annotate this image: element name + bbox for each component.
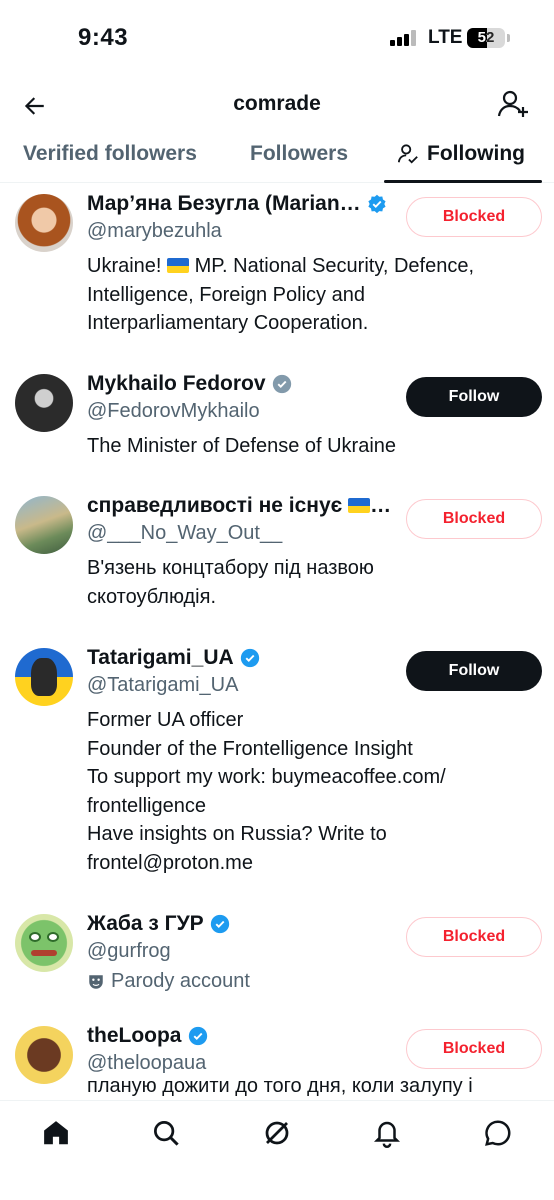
user-name: Мар’яна Безугла (Marian… <box>87 192 361 215</box>
avatar <box>15 1026 73 1084</box>
user-handle: @___No_Way_Out__ <box>87 522 283 544</box>
tab-followers[interactable]: Followers <box>250 142 348 166</box>
nav-grok[interactable] <box>255 1111 299 1155</box>
search-icon <box>154 1121 179 1146</box>
add-user-button[interactable] <box>496 86 532 122</box>
bio-text: MP. National Security, Defence, <box>194 255 475 277</box>
network-label: LTE <box>428 27 463 48</box>
grok-icon <box>265 1121 289 1145</box>
user-handle: @Tatarigami_UA <box>87 674 239 696</box>
list-item[interactable]: Mykhailo Fedorov @FedorovMykhailo The Mi… <box>0 364 554 474</box>
user-bio: В'язень концтабору під назвою скотоублюд… <box>87 554 527 611</box>
user-name: справедливості не існує … <box>87 494 392 517</box>
nav-search[interactable] <box>144 1111 188 1155</box>
battery-icon: 52 <box>467 28 505 48</box>
list-item[interactable]: Мар’яна Безугла (Marian… @marybezuhla Uk… <box>0 184 554 354</box>
status-bar: 9:43 LTE 52 <box>0 0 554 76</box>
user-name-text: справедливості не існує <box>87 494 343 517</box>
avatar <box>15 914 73 972</box>
bio-line: frontelligence <box>87 794 206 817</box>
bio-line: frontel@proton.me <box>87 851 253 874</box>
messages-icon <box>485 1120 511 1146</box>
list-item[interactable]: theLoopa @theloopaua планую дожити до то… <box>0 1016 554 1100</box>
tab-following[interactable]: Following <box>397 142 525 166</box>
bio-line: Intelligence, Foreign Policy and <box>87 283 365 306</box>
user-name: Mykhailo Fedorov <box>87 372 266 395</box>
bio-line: планую дожити до того дня, коли залупу і <box>87 1075 473 1097</box>
user-bio: Former UA officer Founder of the Frontel… <box>87 706 527 877</box>
nav-messages[interactable] <box>476 1111 520 1155</box>
user-handle: @marybezuhla <box>87 220 222 242</box>
tab-bar: Verified followers Followers Following <box>0 132 554 183</box>
following-list: Мар’яна Безугла (Marian… @marybezuhla Uk… <box>0 184 554 1100</box>
blocked-button[interactable]: Blocked <box>406 917 542 957</box>
blocked-button[interactable]: Blocked <box>406 197 542 237</box>
user-name: Tatarigami_UA <box>87 646 234 669</box>
avatar <box>15 194 73 252</box>
verified-badge-icon <box>368 194 386 214</box>
user-handle: @gurfrog <box>87 940 171 962</box>
bottom-nav <box>0 1100 554 1200</box>
nav-notifications[interactable] <box>365 1111 409 1155</box>
ukraine-flag-icon <box>167 258 190 273</box>
parody-label: Parody account <box>87 970 250 993</box>
bio-line: Founder of the Frontelligence Insight <box>87 737 413 760</box>
verified-badge-icon <box>188 1026 207 1046</box>
avatar <box>15 496 73 554</box>
user-bio: планую дожити до того дня, коли залупу і <box>87 1072 527 1100</box>
add-user-icon <box>497 90 528 117</box>
verified-badge-icon <box>210 914 229 934</box>
header: comrade <box>0 80 554 132</box>
ukraine-flag-icon <box>348 498 371 513</box>
home-icon <box>44 1121 68 1145</box>
bio-line: Former UA officer <box>87 709 244 731</box>
list-item[interactable]: справедливості не існує … @___No_Way_Out… <box>0 486 554 626</box>
bio-line: скотоублюдія. <box>87 585 217 608</box>
bio-line: The Minister of Defense of Ukraine <box>87 435 397 457</box>
notifications-icon <box>373 1121 401 1148</box>
user-bio: Ukraine! MP. National Security, Defence,… <box>87 252 527 338</box>
bio-line: Have insights on Russia? Write to <box>87 823 387 845</box>
active-tab-indicator <box>384 180 542 183</box>
theater-mask-icon <box>89 974 103 989</box>
user-name: theLoopa <box>87 1024 182 1047</box>
list-item[interactable]: Жаба з ГУР @gurfrog Parody account Block… <box>0 904 554 1004</box>
battery-level: 52 <box>477 29 495 46</box>
tab-verified-followers[interactable]: Verified followers <box>23 142 197 166</box>
page-title: comrade <box>233 92 321 115</box>
bio-line: В'язень концтабору під назвою <box>87 557 374 579</box>
user-name: Жаба з ГУР <box>87 912 204 935</box>
parody-text: Parody account <box>111 970 250 992</box>
tab-following-label: Following <box>427 142 525 165</box>
bio-text: Ukraine! <box>87 255 162 277</box>
verified-gray-badge-icon <box>272 374 291 394</box>
follow-button[interactable]: Follow <box>406 651 542 691</box>
bio-line: Interparliamentary Cooperation. <box>87 312 369 334</box>
battery-cap <box>507 34 510 42</box>
blocked-button[interactable]: Blocked <box>406 499 542 539</box>
signal-icon <box>390 30 418 46</box>
avatar <box>15 374 73 432</box>
user-handle: @FedorovMykhailo <box>87 400 260 422</box>
user-bio: The Minister of Defense of Ukraine <box>87 432 527 461</box>
verified-badge-icon <box>240 648 259 668</box>
person-check-icon <box>397 144 418 164</box>
nav-home[interactable] <box>34 1111 78 1155</box>
status-time: 9:43 <box>78 24 129 51</box>
blocked-button[interactable]: Blocked <box>406 1029 542 1069</box>
bio-line: To support my work: buymeacoffee.com/ <box>87 766 446 788</box>
follow-button[interactable]: Follow <box>406 377 542 417</box>
list-item[interactable]: Tatarigami_UA @Tatarigami_UA Former UA o… <box>0 638 554 878</box>
avatar <box>15 648 73 706</box>
